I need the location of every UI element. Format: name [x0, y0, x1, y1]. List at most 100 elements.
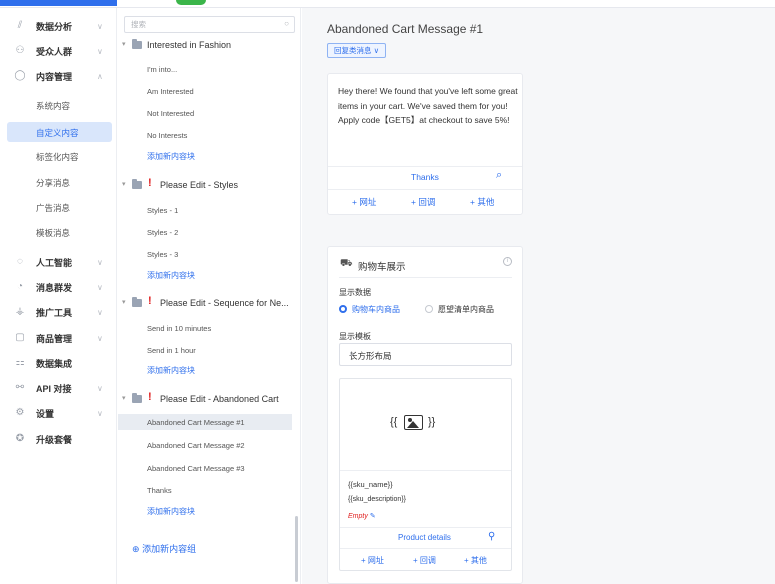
tree-item[interactable]: Am Interested	[147, 83, 297, 99]
folder-please-edit-sequence[interactable]: ▾ ! Please Edit - Sequence for Ne...	[122, 295, 298, 313]
tree-item[interactable]: I'm into...	[147, 61, 297, 77]
warning-icon: !	[148, 177, 152, 189]
sidebar-item-products[interactable]: ▢ 商品管理 ∨	[0, 327, 117, 349]
message-body: Hey there! We found that you've left som…	[338, 86, 518, 125]
tree-item[interactable]: Abandoned Cart Message #2	[147, 437, 297, 453]
chevron-down-icon: ∨	[97, 21, 103, 31]
tree-item-label: Send in 1 hour	[147, 346, 196, 355]
tree-item-label: Thanks	[147, 486, 172, 495]
sidebar-sub-label: 广告消息	[36, 203, 71, 213]
radio-wishlist-items-label[interactable]: 愿望清单内商品	[438, 304, 494, 315]
folder-please-edit-abandoned-cart[interactable]: ▾ ! Please Edit - Abandoned Cart	[122, 391, 298, 409]
add-other-button[interactable]: + 其他	[464, 555, 487, 566]
sidebar-sub-tagged-content[interactable]: 标签化内容	[0, 146, 117, 166]
add-callback-button[interactable]: + 回调	[411, 196, 435, 208]
product-image-placeholder[interactable]: {{ }}	[340, 379, 511, 471]
folder-icon	[132, 297, 142, 307]
folder-interested-in-fashion[interactable]: ▾ Interested in Fashion	[122, 37, 298, 55]
chevron-down-icon: ∨	[97, 307, 103, 317]
add-content-block-link[interactable]: 添加新内容块	[147, 506, 195, 517]
sidebar-item-integration[interactable]: ⚏ 数据集成	[0, 352, 117, 374]
sidebar-item-audience[interactable]: ⚇ 受众人群 ∨	[0, 40, 117, 62]
tree-item[interactable]: Send in 10 minutes	[147, 320, 297, 336]
add-content-group-button[interactable]: ⊕ 添加新内容组	[132, 542, 196, 555]
add-content-block-link[interactable]: 添加新内容块	[147, 365, 195, 376]
plus-circle-icon: ⊕	[132, 544, 140, 554]
add-content-block-link[interactable]: 添加新内容块	[147, 151, 195, 162]
radio-cart-items-label[interactable]: 购物车内商品	[352, 304, 400, 315]
sidebar-sub-label: 系统内容	[36, 101, 71, 111]
product-details-button[interactable]: Product details	[398, 533, 451, 542]
product-icon: ▢	[15, 332, 25, 343]
sidebar-sub-template-messages[interactable]: 模板消息	[0, 222, 117, 242]
folder-please-edit-styles[interactable]: ▾ ! Please Edit - Styles	[122, 177, 298, 195]
sidebar-item-ai[interactable]: ◌ 人工智能 ∨	[0, 251, 117, 273]
broadcast-icon: ◔	[16, 281, 24, 292]
divider	[328, 189, 522, 190]
add-group-label: 添加新内容组	[142, 544, 197, 554]
tree-item[interactable]: Send in 1 hour	[147, 342, 297, 358]
sku-name[interactable]: {{sku_name}}	[348, 480, 393, 489]
tree-item[interactable]: No Interests	[147, 127, 297, 143]
ai-icon: ◌	[17, 256, 23, 267]
sidebar-sub-ad-messages[interactable]: 广告消息	[0, 197, 117, 217]
sku-description[interactable]: {{sku_description}}	[348, 496, 406, 503]
caret-down-icon[interactable]: ▾	[122, 40, 126, 48]
search-input[interactable]	[131, 19, 271, 30]
search-box: ○	[124, 16, 295, 33]
sidebar-sub-custom-content[interactable]: 自定义内容	[7, 122, 112, 142]
tree-item[interactable]: Thanks	[147, 482, 297, 498]
users-icon: ⚇	[15, 45, 25, 56]
tree-item[interactable]: Not Interested	[147, 105, 297, 121]
sidebar-item-content[interactable]: ◯ 内容管理 ∧	[0, 65, 117, 87]
add-other-button[interactable]: + 其他	[470, 196, 494, 208]
link-icon[interactable]: ⚲	[488, 531, 495, 542]
logo-icon	[176, 0, 206, 5]
add-content-block-link[interactable]: 添加新内容块	[147, 270, 195, 281]
sidebar-item-settings[interactable]: ⚙ 设置 ∨	[0, 402, 117, 424]
chevron-down-icon: ∨	[97, 383, 103, 393]
thanks-button[interactable]: Thanks	[411, 172, 439, 182]
sidebar-item-broadcast[interactable]: ◔ 消息群发 ∨	[0, 276, 117, 298]
sidebar-sub-label: 模板消息	[36, 228, 71, 238]
tree-item[interactable]: Abandoned Cart Message #3	[147, 460, 297, 476]
sidebar-item-label: 数据分析	[36, 21, 73, 32]
tree-item[interactable]: Styles - 3	[147, 246, 297, 262]
product-details-row: Product details ⚲	[340, 527, 511, 547]
message-text[interactable]: Hey there! We found that you've left som…	[338, 84, 518, 128]
warning-icon: !	[148, 391, 152, 403]
tree-scrollbar[interactable]	[295, 516, 298, 582]
search-icon[interactable]: ○	[284, 19, 289, 28]
template-select[interactable]: 长方形布局 ∨	[339, 343, 512, 366]
radio-wishlist-items[interactable]	[425, 305, 433, 313]
tree-item[interactable]: Styles - 1	[147, 202, 297, 218]
caret-down-icon[interactable]: ▾	[122, 298, 126, 306]
integration-icon: ⚏	[15, 357, 25, 368]
display-data-label: 显示数据	[339, 288, 371, 297]
search-icon[interactable]: ⌕	[496, 169, 502, 182]
sidebar-item-label: 商品管理	[36, 333, 73, 344]
template-brace-left: {{	[390, 416, 398, 428]
reply-type-dropdown[interactable]: 回复类消息 ∨	[327, 43, 387, 58]
sidebar-sub-share-messages[interactable]: 分享消息	[0, 172, 117, 192]
promo-icon: ⚶	[15, 306, 25, 317]
sidebar-item-api[interactable]: ⚯ API 对接 ∨	[0, 377, 117, 399]
sidebar-item-promotion[interactable]: ⚶ 推广工具 ∨	[0, 301, 117, 323]
sidebar-item-analytics[interactable]: ⫽ 数据分析 ∨	[0, 15, 117, 37]
caret-down-icon[interactable]: ▾	[122, 180, 126, 188]
add-url-button[interactable]: + 网址	[352, 196, 376, 208]
product-actions-row: + 网址 + 回调 + 其他	[340, 548, 511, 570]
upgrade-icon: ✪	[15, 433, 25, 444]
add-url-button[interactable]: + 网址	[361, 555, 384, 566]
edit-icon[interactable]: ✎	[370, 513, 376, 520]
info-icon[interactable]: i	[503, 257, 512, 266]
sidebar-sub-system-content[interactable]: 系统内容	[0, 95, 117, 115]
radio-cart-items[interactable]	[339, 305, 347, 313]
caret-down-icon[interactable]: ▾	[122, 394, 126, 402]
sidebar-item-upgrade[interactable]: ✪ 升级套餐	[0, 428, 117, 450]
folder-icon	[132, 179, 142, 189]
add-callback-button[interactable]: + 回调	[413, 555, 436, 566]
empty-tag[interactable]: Empty ✎	[348, 512, 376, 520]
tree-item-selected[interactable]: Abandoned Cart Message #1	[118, 414, 292, 430]
tree-item[interactable]: Styles - 2	[147, 224, 297, 240]
